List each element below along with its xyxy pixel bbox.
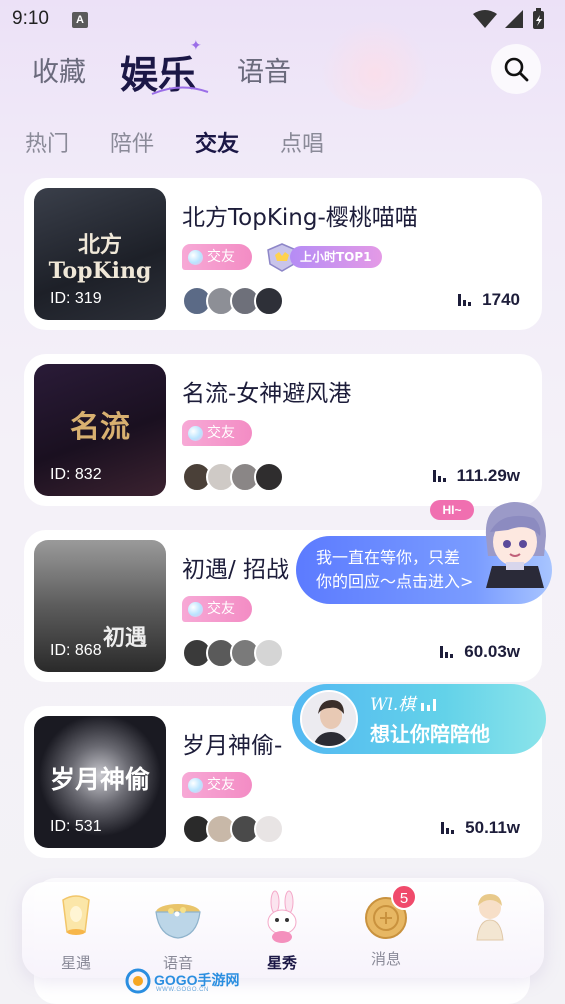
unread-badge: 5: [391, 884, 417, 910]
avatar: [254, 814, 284, 844]
cover-art-text: 北方 TopKing: [48, 232, 152, 284]
room-cover-image: 初遇 ID: 868: [34, 540, 166, 672]
tea-bowl-icon: [155, 904, 201, 939]
site-watermark: GOGO手游网 WWW.GOGO.CN: [124, 968, 240, 994]
subtab-song-request[interactable]: 点唱: [280, 126, 324, 158]
cover-art-text: 岁月神偷: [49, 765, 150, 794]
room-id: ID: 868: [50, 642, 102, 659]
room-card[interactable]: 名流 ID: 832 名流-女神避风港 交友 111.29w: [24, 354, 542, 506]
signal-bars-icon: [420, 699, 436, 711]
tag-dating: 交友: [182, 244, 252, 270]
subtab-dating[interactable]: 交友: [195, 126, 239, 158]
search-icon: [504, 57, 529, 82]
bunny-icon: [267, 890, 297, 943]
signal-bars-icon: [432, 470, 446, 482]
search-button[interactable]: [491, 44, 541, 94]
tab-underline-swoosh: [151, 86, 209, 95]
subtab-hot[interactable]: 热门: [25, 126, 69, 158]
hot-value: 50.11w: [441, 818, 520, 838]
nav-item-star-show[interactable]: 星秀: [242, 890, 322, 973]
companion-name: Wl.棋: [370, 690, 437, 715]
room-id: ID: 832: [50, 466, 102, 483]
hi-tag: HI~: [430, 500, 474, 520]
room-cover-image: 北方 TopKing ID: 319: [34, 188, 166, 320]
member-avatars: [182, 814, 292, 844]
nav-item-voice[interactable]: 语音: [138, 890, 218, 973]
room-title: 北方TopKing-樱桃喵喵: [182, 205, 418, 231]
wifi-icon: [473, 10, 497, 28]
subtab-companion[interactable]: 陪伴: [110, 126, 154, 158]
decorative-glow: [320, 20, 430, 110]
bubble-heart-icon: [188, 602, 203, 617]
nav-item-messages[interactable]: 5 消息: [346, 884, 426, 969]
member-avatars: [182, 462, 292, 492]
anime-character-icon: [485, 502, 546, 588]
top1-badge: 上小时TOP1: [262, 242, 382, 272]
status-icons: [473, 8, 544, 29]
room-cover-image: 名流 ID: 832: [34, 364, 166, 496]
nav-label: 消息: [370, 950, 401, 968]
avatar: [300, 690, 358, 748]
bubble-heart-icon: [188, 426, 203, 441]
sparkle-icon: ✦: [190, 38, 202, 54]
nav-label: 星秀: [266, 954, 297, 972]
gogo-logo-icon: [125, 968, 151, 994]
avatar: [254, 286, 284, 316]
room-id: ID: 531: [50, 818, 102, 835]
room-title: 初遇/ 招战: [182, 557, 290, 583]
tag-dating: 交友: [182, 772, 252, 798]
person-photo-icon: [302, 692, 356, 746]
bottom-nav: 星遇 语音 星秀 5 消息: [22, 882, 544, 978]
room-title: 岁月神偷-: [182, 733, 283, 759]
top1-badge-label: 上小时TOP1: [290, 246, 382, 268]
room-title: 名流-女神避风港: [182, 381, 352, 407]
nav-label: 星遇: [60, 954, 91, 972]
status-time: 9:10: [12, 8, 49, 29]
member-avatars: [182, 286, 292, 316]
signal-icon: [505, 10, 523, 28]
signal-bars-icon: [458, 294, 472, 306]
nav-item-profile[interactable]: [450, 890, 530, 952]
companion-message: 想让你陪陪他: [370, 722, 490, 746]
status-bar: 9:10 A: [0, 0, 565, 40]
lantern-icon: [62, 895, 90, 935]
mooncake-icon-wrap: 5: [359, 884, 417, 944]
bubble-heart-icon: [188, 250, 203, 265]
hot-value: 1740: [458, 290, 520, 310]
tag-dating: 交友: [182, 596, 252, 622]
tag-dating: 交友: [182, 420, 252, 446]
avatar: [254, 462, 284, 492]
signal-bars-icon: [441, 822, 455, 834]
watermark-sub: WWW.GOGO.CN: [156, 987, 209, 993]
member-avatars: [182, 638, 292, 668]
nav-item-star-meet[interactable]: 星遇: [36, 890, 116, 973]
room-cover-image: 岁月神偷 ID: 531: [34, 716, 166, 848]
tab-voice[interactable]: 语音: [237, 50, 291, 89]
bubble-heart-icon: [188, 778, 203, 793]
room-id: ID: 319: [50, 290, 102, 307]
room-card[interactable]: 北方 TopKing ID: 319 北方TopKing-樱桃喵喵 交友 上小时…: [24, 178, 542, 330]
signal-bars-icon: [440, 646, 454, 658]
doll-icon: [476, 894, 504, 941]
hot-value: 111.29w: [432, 466, 520, 486]
notification-icon: A: [72, 12, 88, 28]
avatar: [254, 638, 284, 668]
hot-value: 60.03w: [440, 642, 520, 662]
tab-favorites[interactable]: 收藏: [32, 50, 86, 89]
companion-invite-bubble[interactable]: Wl.棋 想让你陪陪他: [292, 684, 546, 754]
cover-art-text: 名流: [70, 410, 130, 445]
